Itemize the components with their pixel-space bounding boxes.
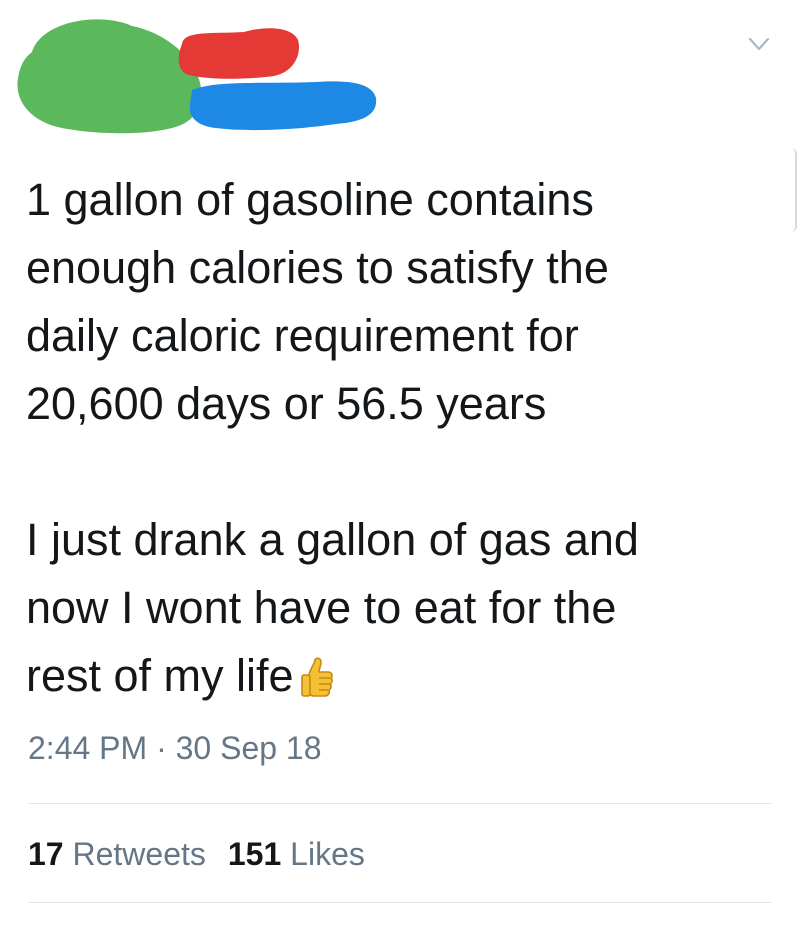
chevron-down-icon[interactable]	[748, 36, 770, 52]
divider	[28, 902, 772, 903]
redaction-handle-scribble	[189, 81, 377, 131]
tweet-text: 1 gallon of gasoline contains enough cal…	[26, 166, 786, 710]
tweet-text-line: 1 gallon of gasoline contains	[26, 174, 594, 225]
redaction-name-scribble	[178, 28, 299, 79]
tweet-text-line-content: rest of my life	[26, 650, 294, 701]
tweet-text-line: I just drank a gallon of gas and	[26, 514, 639, 565]
tweet-text-line: 20,600 days or 56.5 years	[26, 378, 547, 429]
tweet-text-line-last: rest of my life	[26, 642, 786, 710]
thumbs-up-icon	[300, 657, 333, 697]
divider	[28, 803, 772, 804]
tweet-stats: 17 Retweets 151 Likes	[28, 836, 387, 873]
likes-stat[interactable]: 151 Likes	[228, 836, 365, 873]
retweets-label: Retweets	[72, 836, 206, 872]
tweet-text-line: daily caloric requirement for	[26, 310, 579, 361]
retweets-stat[interactable]: 17 Retweets	[28, 836, 206, 873]
tweet-card: 1 gallon of gasoline contains enough cal…	[0, 0, 800, 930]
retweets-count: 17	[28, 836, 64, 872]
scroll-edge	[789, 148, 797, 232]
likes-label: Likes	[290, 836, 365, 872]
tweet-text-line: now I wont have to eat for the	[26, 582, 617, 633]
likes-count: 151	[227, 836, 282, 872]
tweet-timestamp[interactable]: 2:44 PM · 30 Sep 18	[28, 730, 322, 767]
tweet-text-line: enough calories to satisfy the	[26, 242, 609, 293]
